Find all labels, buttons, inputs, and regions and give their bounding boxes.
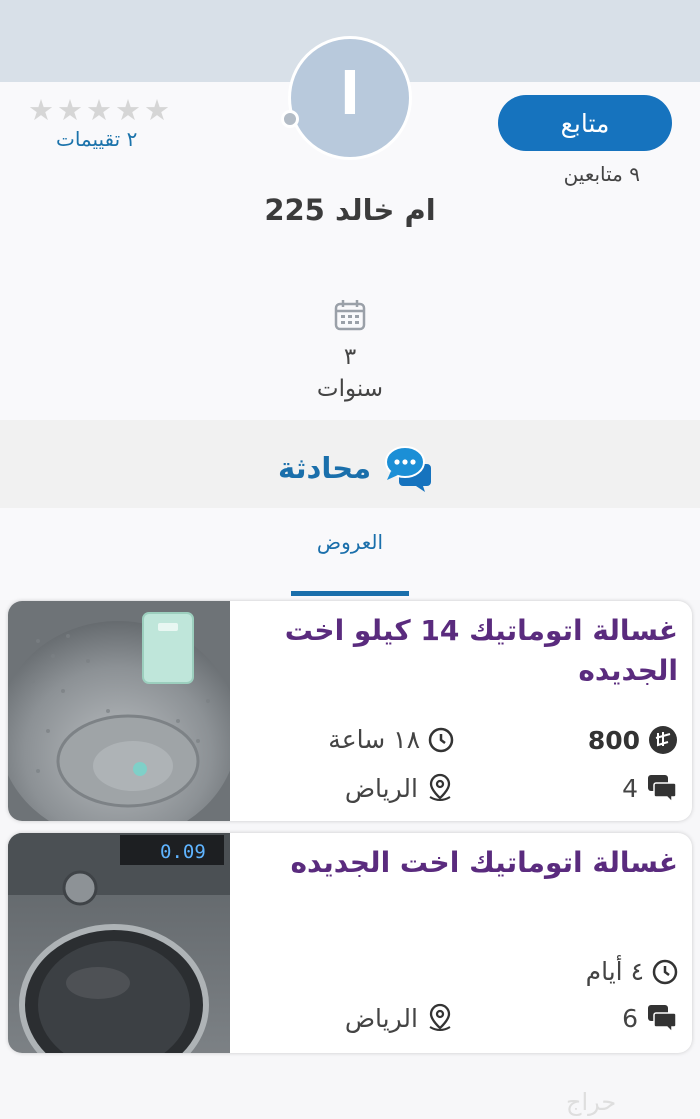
location-pin-icon <box>429 1003 451 1031</box>
haraj-watermark-logo: حراج <box>566 1088 617 1116</box>
comments-count: 6 <box>622 1003 638 1033</box>
clock-icon <box>652 959 678 984</box>
chat-button[interactable]: محادثة <box>278 444 433 492</box>
ratings-link[interactable]: ٢ تقييمات <box>56 127 137 151</box>
location-value: الرياض <box>344 1003 418 1033</box>
followers-count: ٩ متابعين <box>563 162 640 186</box>
comments-icon <box>648 1005 677 1033</box>
chat-bubbles-icon <box>385 446 432 492</box>
listing-location: الرياض <box>345 1003 454 1033</box>
washer-display-readout: 0.09 <box>160 841 206 863</box>
listing-location: الرياض <box>345 773 454 803</box>
star-icon: ★ <box>86 93 112 127</box>
location-value: الرياض <box>344 773 418 803</box>
listing-photo-washer-drum <box>8 601 230 821</box>
rating-stars: ★ ★ ★ ★ ★ <box>28 96 170 125</box>
star-icon: ★ <box>57 93 83 127</box>
tab-active-indicator <box>291 591 409 596</box>
comments-count: 4 <box>622 773 638 803</box>
time-value: ١٨ ساعة <box>328 725 420 754</box>
listing-card[interactable]: غسالة اتوماتيك 14 كيلو اخت الجديده 800 ١… <box>8 601 692 821</box>
riyal-icon <box>649 726 677 754</box>
chat-label: محادثة <box>278 451 372 485</box>
location-pin-icon <box>429 773 451 801</box>
comments-icon <box>648 775 677 803</box>
star-icon: ★ <box>144 93 170 127</box>
price-value: 800 <box>587 725 640 755</box>
status-dot <box>281 110 299 128</box>
listing-time: ١٨ ساعة <box>328 725 454 754</box>
listing-price: 800 <box>588 725 678 755</box>
tab-bar <box>0 508 700 600</box>
star-icon: ★ <box>115 93 141 127</box>
listing-time: ٤ أيام <box>586 957 678 986</box>
membership-unit: سنوات <box>316 376 384 402</box>
listing-title[interactable]: غسالة اتوماتيك اخت الجديده <box>244 843 678 883</box>
listing-comments: 6 <box>622 1003 678 1033</box>
star-icon: ★ <box>28 93 54 127</box>
clock-icon <box>428 727 454 752</box>
listing-photo-front-loader: 0.09 <box>8 833 230 1053</box>
tab-offers[interactable]: العروض <box>291 530 409 554</box>
follow-button[interactable]: متابع <box>498 95 672 151</box>
avatar: ا <box>288 36 412 160</box>
membership-years: ٣ <box>343 344 357 370</box>
listing-title[interactable]: غسالة اتوماتيك 14 كيلو اخت الجديده <box>244 611 678 691</box>
listing-card[interactable]: 0.09 غسالة اتوماتيك اخت الجديده ٤ أيام 6… <box>8 833 692 1053</box>
avatar-letter: ا <box>340 60 360 128</box>
time-value: ٤ أيام <box>585 957 644 986</box>
listing-comments: 4 <box>622 773 678 803</box>
user-name: ام خالد 225 <box>264 193 436 227</box>
calendar-icon <box>334 300 366 331</box>
